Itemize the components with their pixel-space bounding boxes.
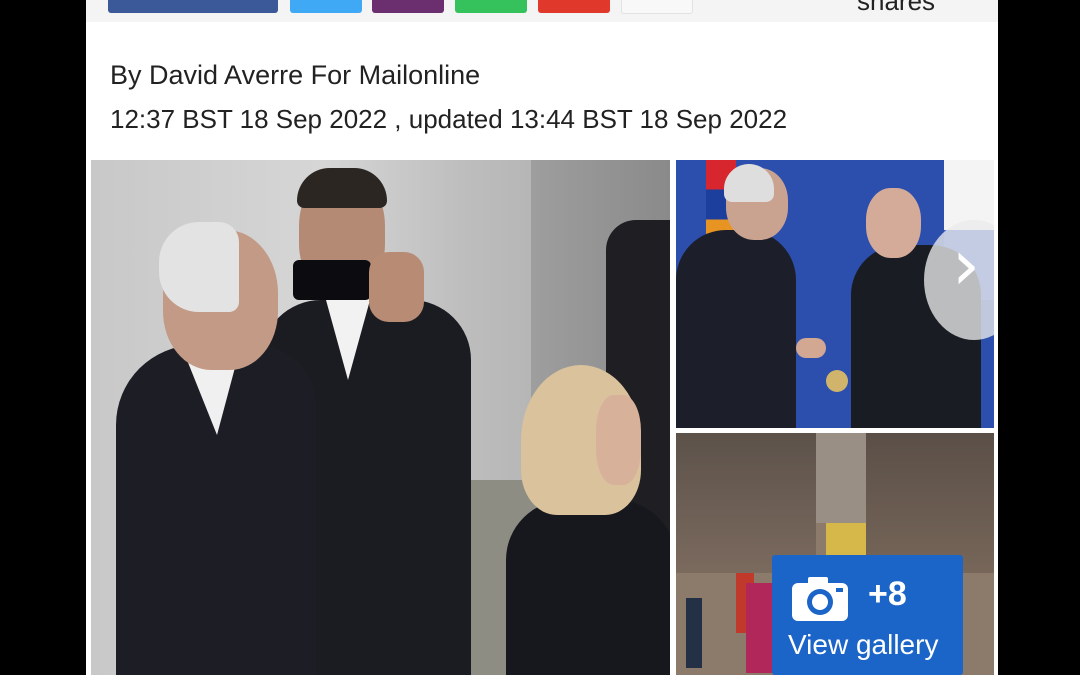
more-share-button[interactable] (621, 0, 693, 14)
hall-crowd-left (676, 433, 816, 573)
view-gallery-button[interactable]: +8 View gallery (772, 555, 963, 675)
view-gallery-label: View gallery (788, 629, 939, 660)
main-article-photo[interactable] (91, 160, 670, 675)
person-left-hair (159, 222, 239, 312)
person-photographer-hair (297, 168, 387, 208)
guard-dark (686, 598, 702, 668)
person-woman-body (506, 500, 670, 675)
facebook-share-button[interactable] (108, 0, 278, 13)
article-dateline: 12:37 BST 18 Sep 2022 , updated 13:44 BS… (110, 104, 788, 134)
twitter-share-button[interactable] (290, 0, 362, 13)
email-share-button[interactable] (538, 0, 610, 13)
gallery-thumbnail-handshake[interactable]: › (676, 160, 994, 428)
article-byline[interactable]: By David Averre For Mailonline (110, 60, 480, 91)
chevron-right-icon[interactable]: › (952, 230, 980, 300)
person-handshake-right-head (866, 188, 921, 258)
hall-stairs (816, 433, 866, 523)
share-bar: shares (86, 0, 998, 22)
person-photographer-hands (369, 252, 424, 322)
person-woman-face (596, 395, 641, 485)
article-card: shares By David Averre For Mailonline 12… (86, 0, 998, 675)
hall-crowd-right (866, 433, 994, 573)
smartphone (293, 260, 371, 300)
person-handshake-left-body (676, 230, 796, 428)
backdrop-emblem (826, 370, 848, 392)
whatsapp-share-button[interactable] (455, 0, 527, 13)
shares-count-label: shares (857, 0, 936, 16)
gallery-photo-count: +8 (868, 575, 907, 613)
messenger-share-button[interactable] (372, 0, 444, 13)
handshake-hands (796, 338, 826, 358)
camera-icon (792, 577, 848, 621)
